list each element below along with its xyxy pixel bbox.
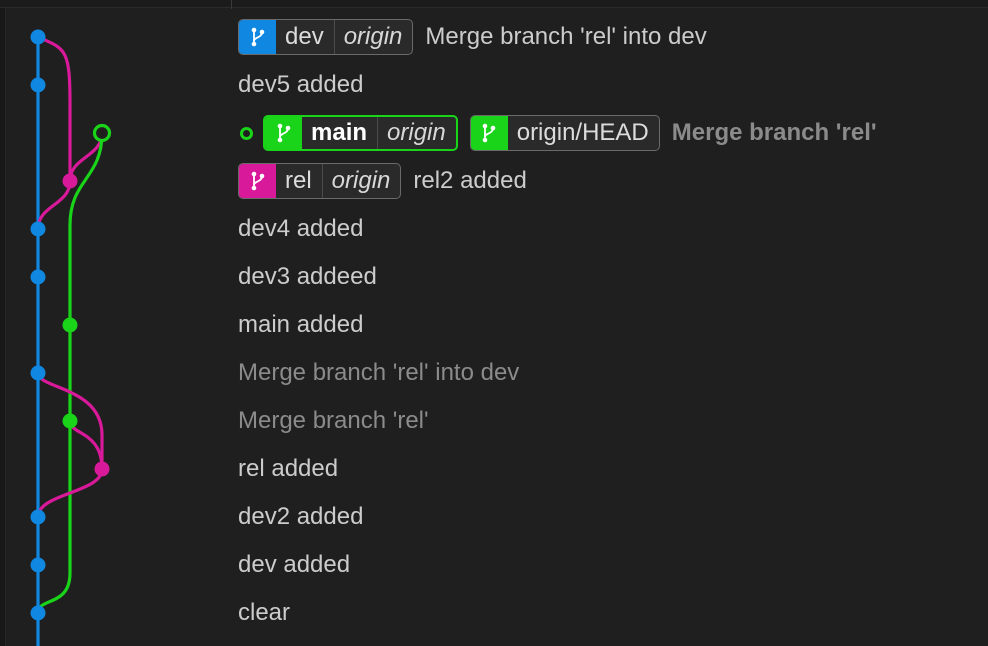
commit-row[interactable]: dev4 added bbox=[238, 214, 363, 244]
remote-name: origin bbox=[343, 23, 403, 50]
current-head-ring-icon bbox=[240, 126, 253, 140]
commit-dot bbox=[30, 29, 46, 45]
commit-row[interactable]: main origin origin/HEAD Merge branch 'rel' bbox=[238, 115, 877, 151]
git-branch-icon bbox=[239, 164, 276, 198]
commit-message: rel2 added bbox=[413, 167, 527, 194]
remote-name: origin bbox=[387, 119, 446, 146]
commit-message: clear bbox=[238, 599, 291, 626]
branch-name: dev bbox=[276, 20, 335, 54]
commit-row[interactable]: dev2 added bbox=[238, 502, 363, 532]
git-branch-icon bbox=[239, 20, 276, 54]
commit-message: Merge branch 'rel' bbox=[671, 119, 877, 146]
branch-name: rel bbox=[276, 164, 323, 198]
commit-message: Merge branch 'rel' bbox=[238, 407, 429, 434]
commit-dot bbox=[30, 509, 46, 525]
commit-message: Merge branch 'rel' into dev bbox=[425, 23, 707, 50]
commit-dot bbox=[30, 557, 46, 573]
branch-badge[interactable]: rel origin bbox=[238, 163, 402, 199]
branch-badge[interactable]: main origin bbox=[263, 115, 458, 151]
branch-badge[interactable]: dev origin bbox=[238, 19, 414, 55]
commit-row[interactable]: Merge branch 'rel' into dev bbox=[238, 358, 519, 388]
commit-row[interactable]: dev added bbox=[238, 550, 350, 580]
commit-dot bbox=[62, 413, 78, 429]
commit-dot bbox=[30, 221, 46, 237]
rel-from-dev-line bbox=[36, 179, 72, 231]
commit-row[interactable]: dev origin Merge branch 'rel' into dev bbox=[238, 19, 707, 55]
git-branch-icon bbox=[265, 117, 302, 149]
commit-message: dev3 addeed bbox=[238, 263, 377, 290]
commit-dot bbox=[30, 365, 46, 381]
commit-row[interactable]: dev3 addeed bbox=[238, 262, 377, 292]
header-strip bbox=[0, 0, 988, 8]
commit-message: main added bbox=[238, 311, 364, 338]
commit-message: dev2 added bbox=[238, 503, 364, 530]
commit-row[interactable]: Merge branch 'rel' bbox=[238, 406, 429, 436]
remote-name: origin bbox=[331, 167, 391, 194]
commit-row[interactable]: clear bbox=[238, 598, 290, 628]
head-commit-dot bbox=[92, 123, 112, 143]
rel-merge-into-main-line bbox=[68, 419, 104, 471]
branch-name: main bbox=[302, 117, 379, 149]
commit-dot bbox=[94, 461, 110, 477]
commit-message: rel added bbox=[238, 455, 339, 482]
commit-graph bbox=[30, 29, 112, 646]
commit-message: dev added bbox=[238, 551, 351, 578]
commit-dot bbox=[62, 317, 78, 333]
commit-message: dev5 added bbox=[238, 71, 364, 98]
commit-message: dev4 added bbox=[238, 215, 364, 242]
column-separator[interactable] bbox=[231, 0, 232, 9]
commit-row[interactable]: rel added bbox=[238, 454, 338, 484]
commit-dot bbox=[30, 77, 46, 93]
git-branch-icon bbox=[470, 116, 508, 150]
commit-dot bbox=[62, 173, 78, 189]
branch-badge[interactable]: origin/HEAD bbox=[469, 115, 660, 151]
commit-message: Merge branch 'rel' into dev bbox=[238, 359, 520, 386]
commit-dot bbox=[30, 605, 46, 621]
branch-name: origin/HEAD bbox=[516, 119, 649, 146]
commit-dot bbox=[30, 269, 46, 285]
commit-row[interactable]: main added bbox=[238, 310, 363, 340]
commit-row[interactable]: rel origin rel2 added bbox=[238, 163, 527, 199]
commit-row[interactable]: dev5 added bbox=[238, 70, 363, 100]
rel-merge-line bbox=[36, 35, 72, 183]
